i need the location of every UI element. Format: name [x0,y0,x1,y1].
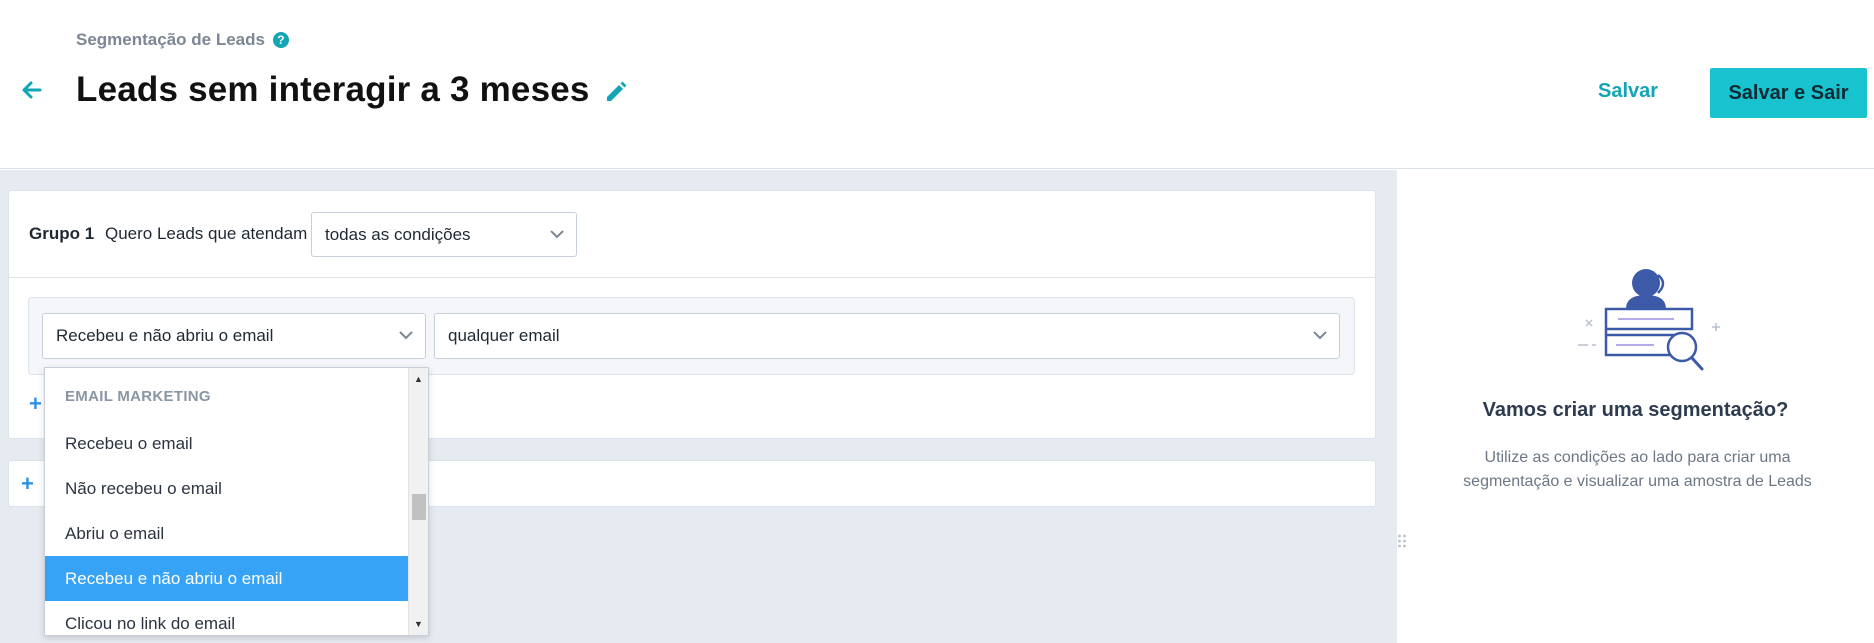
pencil-icon[interactable] [604,80,628,104]
dropdown-option[interactable]: Abriu o email [45,511,409,556]
condition-field-select[interactable]: Recebeu e não abriu o email [42,313,426,359]
condition-row: Recebeu e não abriu o email qualquer ema… [28,297,1355,375]
condition-value-text: qualquer email [448,326,560,345]
chevron-down-icon [1313,331,1327,340]
dropdown-option[interactable]: Recebeu o email [45,421,409,466]
add-condition-plus-icon[interactable]: + [29,391,42,417]
page-header: Segmentação de Leads ? Leads sem interag… [0,0,1874,169]
empty-state-heading: Vamos criar uma segmentação? [1482,399,1789,421]
dropdown-option[interactable]: Não recebeu o email [45,466,409,511]
page-title: Leads sem interagir a 3 meses [76,70,590,109]
help-icon[interactable]: ? [272,32,289,48]
scroll-down-icon[interactable]: ▼ [414,619,423,629]
condition-mode-select[interactable]: todas as condições [311,212,577,257]
save-and-exit-button[interactable]: Salvar e Sair [1710,68,1867,118]
chevron-down-icon [550,229,564,238]
dropdown-option[interactable]: Clicou no link do email [45,601,409,635]
scrollbar-thumb[interactable] [412,494,426,520]
chevron-down-icon [399,331,413,340]
condition-mode-value: todas as condições [325,224,471,244]
scroll-up-icon[interactable]: ▲ [414,374,423,384]
breadcrumb: Segmentação de Leads ? [76,30,289,50]
dropdown-scrollbar[interactable]: ▲ ▼ [408,368,428,635]
save-button[interactable]: Salvar [1598,80,1658,103]
group-label: Grupo 1 [29,224,95,243]
empty-state-description: Utilize as condições ao lado para criar … [1463,449,1812,490]
segmentation-illustration [1578,269,1720,371]
group-prefix-text: Quero Leads que atendam [105,224,308,243]
add-group-plus-icon[interactable]: + [21,471,34,497]
resize-handle-icon[interactable] [1397,532,1407,556]
dropdown-group-label: EMAIL MARKETING [65,388,211,405]
condition-field-value: Recebeu e não abriu o email [56,326,274,345]
group-header: Grupo 1 Quero Leads que atendam todas as… [9,191,1375,278]
back-arrow-icon[interactable] [18,76,46,104]
breadcrumb-label[interactable]: Segmentação de Leads [76,30,265,50]
dropdown-option-selected[interactable]: Recebeu e não abriu o email [45,556,409,601]
condition-field-dropdown: EMAIL MARKETING Recebeu o email Não rece… [44,367,429,636]
condition-value-select[interactable]: qualquer email [434,313,1340,359]
